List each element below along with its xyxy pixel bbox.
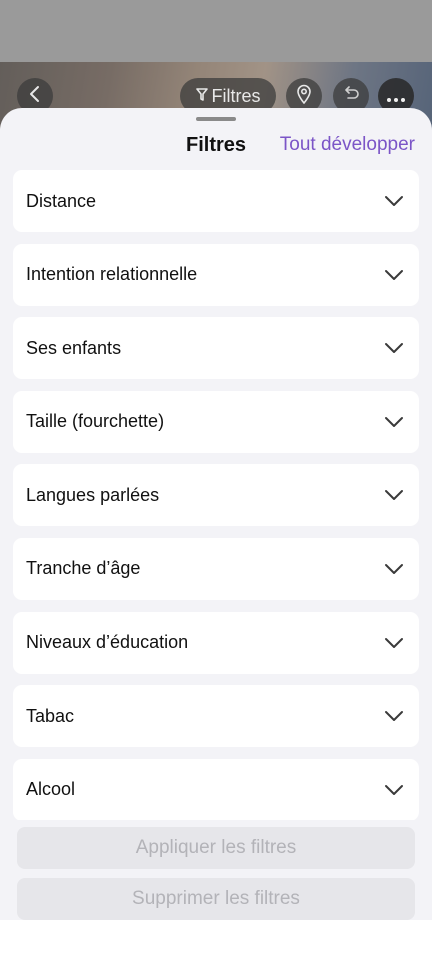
chevron-down-icon [383, 411, 405, 433]
filter-row-label: Langues parlées [26, 484, 160, 505]
filter-icon [195, 86, 208, 107]
clear-filters-button[interactable]: Supprimer les filtres [17, 878, 415, 920]
filters-pill-label: Filtres [211, 85, 261, 106]
bottom-safe-area [0, 920, 432, 970]
filter-row-label: Alcool [26, 779, 76, 800]
sheet-drag-handle[interactable] [196, 117, 236, 121]
filter-row[interactable]: Tranche d’âge [13, 537, 419, 600]
filter-row-label: Ses enfants [26, 337, 122, 358]
filter-row[interactable]: Niveaux d’éducation [13, 611, 419, 674]
filter-row-label: Distance [26, 190, 97, 211]
chevron-down-icon [383, 558, 405, 580]
chevron-down-icon [383, 779, 405, 801]
filter-row[interactable]: Intention relationnelle [13, 243, 419, 306]
chevron-down-icon [383, 705, 405, 727]
filter-row[interactable]: Distance [13, 170, 419, 232]
sheet-actions: Appliquer les filtres Supprimer les filt… [0, 820, 432, 920]
filter-row-label: Intention relationnelle [26, 264, 198, 285]
filters-bottom-sheet: Filtres Tout développer Distance Intentio… [0, 108, 432, 920]
chevron-down-icon [383, 632, 405, 654]
chevron-down-icon [383, 337, 405, 359]
filter-row-label: Taille (fourchette) [26, 411, 165, 432]
undo-icon [342, 85, 360, 107]
chevron-down-icon [383, 484, 405, 506]
filter-row[interactable]: Ses enfants [13, 317, 419, 380]
more-icon [387, 86, 405, 107]
filter-list: Distance Intention relationnelle Ses enfan… [13, 170, 419, 832]
filter-row[interactable]: Alcool [13, 758, 419, 821]
status-bar-area [0, 0, 432, 62]
apply-filters-button[interactable]: Appliquer les filtres [17, 827, 415, 869]
filter-row[interactable]: Tabac [13, 685, 419, 748]
chevron-down-icon [383, 190, 405, 212]
filter-row[interactable]: Langues parlées [13, 464, 419, 527]
location-pin-icon [296, 84, 312, 109]
chevron-left-icon [28, 85, 42, 108]
expand-all-button[interactable]: Tout développer [280, 134, 415, 156]
filter-row[interactable]: Taille (fourchette) [13, 390, 419, 453]
filter-row-label: Tabac [26, 705, 75, 726]
filter-row-label: Tranche d’âge [26, 558, 141, 579]
chevron-down-icon [383, 264, 405, 286]
filter-row-label: Niveaux d’éducation [26, 632, 189, 653]
